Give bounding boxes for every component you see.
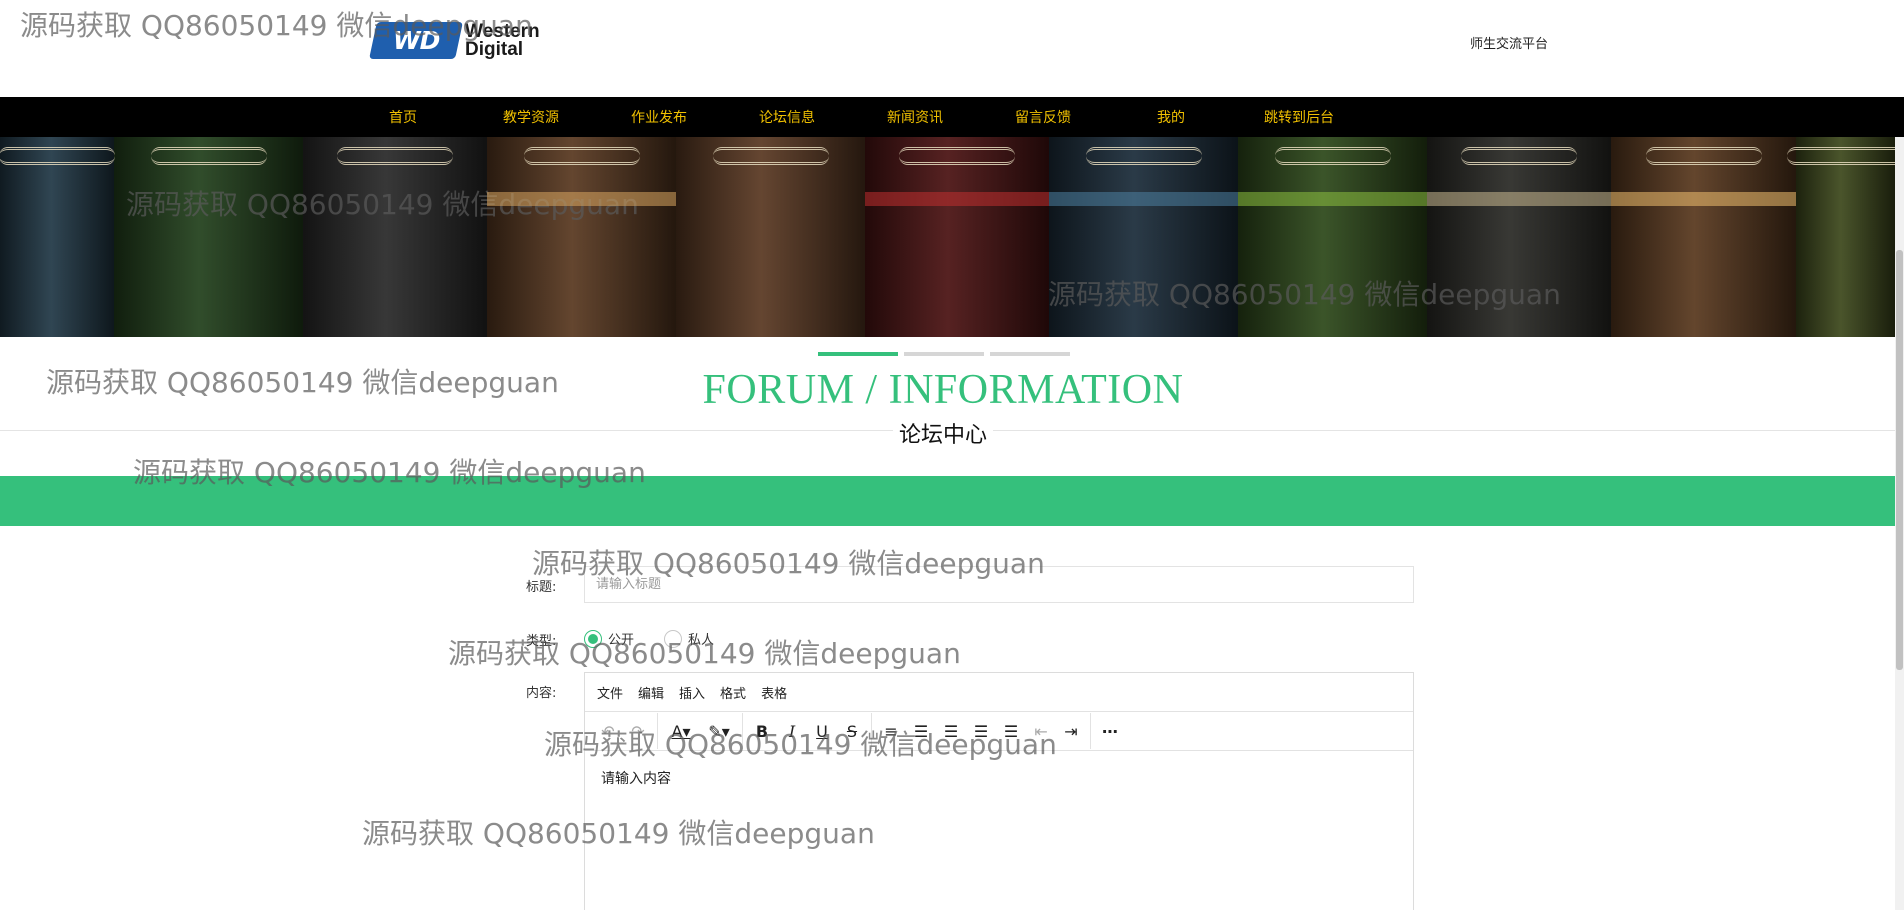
logo-text-line1: Western — [465, 20, 540, 42]
top-header: WD Western Digital 师生交流平台 — [0, 0, 1904, 97]
nav-item-mine[interactable]: 我的 — [1107, 97, 1235, 137]
nav-item-feedback[interactable]: 留言反馈 — [979, 97, 1107, 137]
logo-text: Western Digital — [465, 20, 540, 60]
editor-content[interactable]: 请输入内容 — [585, 751, 1413, 805]
nav-item-news[interactable]: 新闻资讯 — [851, 97, 979, 137]
indent-icon[interactable]: ⇥ — [1056, 717, 1086, 745]
menu-file[interactable]: 文件 — [597, 683, 623, 702]
logo-mark-text: WD — [392, 26, 440, 55]
banner-book — [1049, 137, 1239, 337]
carousel-dot[interactable] — [904, 352, 984, 356]
nav-item-forum[interactable]: 论坛信息 — [723, 97, 851, 137]
title-label: 标题: — [526, 580, 557, 595]
menu-format[interactable]: 格式 — [720, 683, 746, 702]
banner-book — [114, 137, 304, 337]
title-input[interactable] — [584, 566, 1414, 603]
scrollbar-thumb[interactable] — [1896, 250, 1903, 670]
more-icon[interactable]: ⋯ — [1095, 717, 1125, 745]
editor-placeholder: 请输入内容 — [601, 771, 671, 787]
undo-icon[interactable]: ↶ — [593, 717, 623, 745]
toolbar-separator — [742, 713, 743, 749]
banner-book — [487, 137, 677, 337]
nav-item-home[interactable]: 首页 — [339, 97, 467, 137]
align-center-icon[interactable]: ☰ — [936, 717, 966, 745]
carousel-dot[interactable] — [818, 352, 898, 356]
carousel-dot[interactable] — [990, 352, 1070, 356]
radio-public[interactable] — [584, 629, 602, 648]
banner-book — [1787, 137, 1895, 337]
underline-icon[interactable]: U — [807, 717, 837, 745]
nav-item-teaching-resources[interactable]: 教学资源 — [467, 97, 595, 137]
toolbar-separator — [871, 713, 872, 749]
align-left-icon[interactable]: ☰ — [906, 717, 936, 745]
radio-public-label[interactable]: 公开 — [608, 629, 634, 648]
section-green-bar — [0, 476, 1895, 526]
line-height-icon[interactable]: ≡ — [876, 717, 906, 745]
site-name: 师生交流平台 — [1470, 36, 1549, 51]
banner-book — [676, 137, 866, 337]
section-title-en: FORUM / INFORMATION — [702, 367, 1184, 413]
editor-menubar: 文件 编辑 插入 格式 表格 — [585, 673, 1413, 712]
highlight-icon[interactable]: ✎▾ — [700, 717, 738, 745]
logo-text-line2: Digital — [465, 38, 524, 60]
font-color-icon[interactable]: A▾ — [662, 717, 700, 745]
section-title-cn-text: 论坛中心 — [892, 423, 993, 448]
menu-table[interactable]: 表格 — [761, 683, 787, 702]
toolbar-separator — [657, 713, 658, 749]
site-logo[interactable]: WD Western Digital — [369, 20, 540, 60]
banner-book — [303, 137, 488, 337]
editor-toolbar: ↶ ↷ A▾ ✎▾ B I U S ≡ ☰ ☰ ☰ ☰ ⇤ ⇥ ⋯ — [585, 712, 1413, 751]
redo-icon[interactable]: ↷ — [623, 717, 653, 745]
italic-icon[interactable]: I — [777, 717, 807, 745]
align-justify-icon[interactable]: ☰ — [996, 717, 1026, 745]
main-nav: 首页 教学资源 作业发布 论坛信息 新闻资讯 留言反馈 我的 跳转到后台 — [0, 97, 1904, 137]
radio-private[interactable] — [664, 629, 683, 648]
banner-image — [0, 137, 1895, 337]
banner-book — [0, 137, 116, 337]
radio-private-label[interactable]: 私人 — [688, 629, 714, 648]
toolbar-separator — [1090, 713, 1091, 749]
align-right-icon[interactable]: ☰ — [966, 717, 996, 745]
banner-book — [1611, 137, 1796, 337]
nav-item-homework[interactable]: 作业发布 — [595, 97, 723, 137]
banner-book — [865, 137, 1050, 337]
outdent-icon[interactable]: ⇤ — [1026, 717, 1056, 745]
content-label: 内容: — [526, 686, 557, 701]
banner-book — [1427, 137, 1612, 337]
menu-edit[interactable]: 编辑 — [638, 683, 664, 702]
bold-icon[interactable]: B — [747, 717, 777, 745]
logo-mark: WD — [369, 22, 463, 59]
section-title-cn: 论坛中心 — [0, 417, 1886, 449]
banner-book — [1238, 137, 1428, 337]
rich-text-editor: 文件 编辑 插入 格式 表格 ↶ ↷ A▾ ✎▾ B I U S ≡ ☰ ☰ ☰… — [584, 672, 1414, 910]
strikethrough-icon[interactable]: S — [837, 717, 867, 745]
type-label: 类型: — [526, 634, 557, 649]
carousel-indicators — [818, 352, 1070, 356]
type-radio-group: 公开 私人 — [584, 629, 744, 648]
nav-item-admin[interactable]: 跳转到后台 — [1235, 97, 1363, 137]
menu-insert[interactable]: 插入 — [679, 683, 705, 702]
